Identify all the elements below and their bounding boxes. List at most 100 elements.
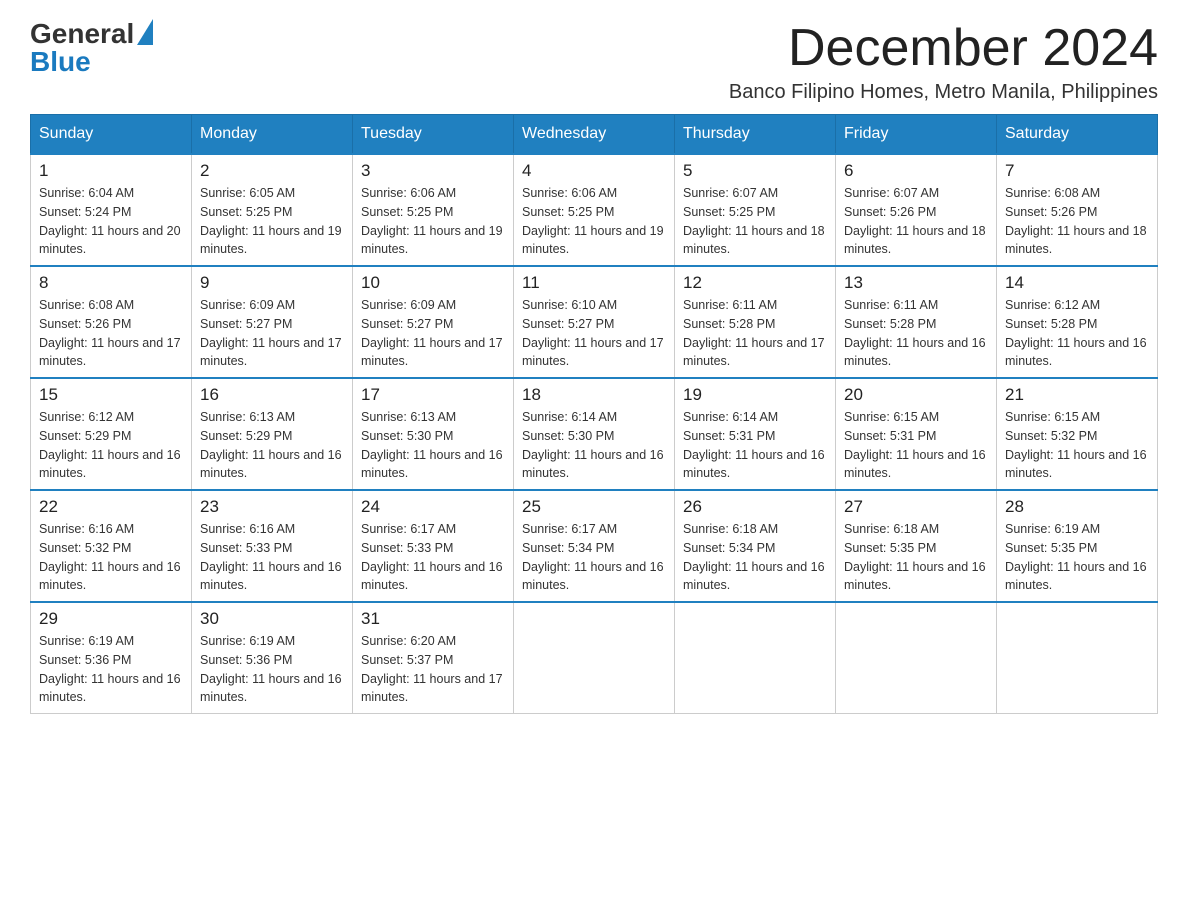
calendar-cell: 17 Sunrise: 6:13 AMSunset: 5:30 PMDaylig…	[353, 378, 514, 490]
day-info: Sunrise: 6:14 AMSunset: 5:30 PMDaylight:…	[522, 410, 664, 480]
day-info: Sunrise: 6:10 AMSunset: 5:27 PMDaylight:…	[522, 298, 664, 368]
logo-general-text: General	[30, 20, 134, 48]
calendar-cell: 6 Sunrise: 6:07 AMSunset: 5:26 PMDayligh…	[836, 154, 997, 266]
week-row-3: 15 Sunrise: 6:12 AMSunset: 5:29 PMDaylig…	[31, 378, 1158, 490]
day-info: Sunrise: 6:11 AMSunset: 5:28 PMDaylight:…	[844, 298, 986, 368]
day-number: 12	[683, 273, 827, 293]
day-number: 1	[39, 161, 183, 181]
calendar-cell: 13 Sunrise: 6:11 AMSunset: 5:28 PMDaylig…	[836, 266, 997, 378]
day-info: Sunrise: 6:13 AMSunset: 5:30 PMDaylight:…	[361, 410, 503, 480]
calendar-cell: 5 Sunrise: 6:07 AMSunset: 5:25 PMDayligh…	[675, 154, 836, 266]
calendar-cell: 8 Sunrise: 6:08 AMSunset: 5:26 PMDayligh…	[31, 266, 192, 378]
day-number: 30	[200, 609, 344, 629]
day-number: 27	[844, 497, 988, 517]
day-number: 24	[361, 497, 505, 517]
day-number: 15	[39, 385, 183, 405]
day-number: 16	[200, 385, 344, 405]
column-header-friday: Friday	[836, 115, 997, 155]
calendar-cell: 23 Sunrise: 6:16 AMSunset: 5:33 PMDaylig…	[192, 490, 353, 602]
day-number: 10	[361, 273, 505, 293]
calendar-cell: 4 Sunrise: 6:06 AMSunset: 5:25 PMDayligh…	[514, 154, 675, 266]
calendar-cell: 19 Sunrise: 6:14 AMSunset: 5:31 PMDaylig…	[675, 378, 836, 490]
column-header-saturday: Saturday	[997, 115, 1158, 155]
calendar-cell: 22 Sunrise: 6:16 AMSunset: 5:32 PMDaylig…	[31, 490, 192, 602]
calendar-cell: 27 Sunrise: 6:18 AMSunset: 5:35 PMDaylig…	[836, 490, 997, 602]
day-number: 25	[522, 497, 666, 517]
day-number: 6	[844, 161, 988, 181]
day-number: 26	[683, 497, 827, 517]
calendar-header-row: SundayMondayTuesdayWednesdayThursdayFrid…	[31, 115, 1158, 155]
calendar-cell: 2 Sunrise: 6:05 AMSunset: 5:25 PMDayligh…	[192, 154, 353, 266]
day-info: Sunrise: 6:06 AMSunset: 5:25 PMDaylight:…	[522, 186, 664, 256]
day-number: 2	[200, 161, 344, 181]
day-number: 5	[683, 161, 827, 181]
column-header-sunday: Sunday	[31, 115, 192, 155]
calendar-cell: 15 Sunrise: 6:12 AMSunset: 5:29 PMDaylig…	[31, 378, 192, 490]
location-title: Banco Filipino Homes, Metro Manila, Phil…	[729, 81, 1158, 104]
day-info: Sunrise: 6:14 AMSunset: 5:31 PMDaylight:…	[683, 410, 825, 480]
day-info: Sunrise: 6:07 AMSunset: 5:25 PMDaylight:…	[683, 186, 825, 256]
column-header-thursday: Thursday	[675, 115, 836, 155]
calendar-cell: 9 Sunrise: 6:09 AMSunset: 5:27 PMDayligh…	[192, 266, 353, 378]
day-info: Sunrise: 6:13 AMSunset: 5:29 PMDaylight:…	[200, 410, 342, 480]
day-info: Sunrise: 6:06 AMSunset: 5:25 PMDaylight:…	[361, 186, 503, 256]
day-info: Sunrise: 6:15 AMSunset: 5:32 PMDaylight:…	[1005, 410, 1147, 480]
day-info: Sunrise: 6:18 AMSunset: 5:35 PMDaylight:…	[844, 522, 986, 592]
day-number: 23	[200, 497, 344, 517]
day-info: Sunrise: 6:16 AMSunset: 5:33 PMDaylight:…	[200, 522, 342, 592]
day-number: 13	[844, 273, 988, 293]
logo-triangle-icon	[137, 19, 153, 45]
day-info: Sunrise: 6:20 AMSunset: 5:37 PMDaylight:…	[361, 634, 503, 704]
week-row-5: 29 Sunrise: 6:19 AMSunset: 5:36 PMDaylig…	[31, 602, 1158, 714]
day-info: Sunrise: 6:17 AMSunset: 5:33 PMDaylight:…	[361, 522, 503, 592]
day-number: 14	[1005, 273, 1149, 293]
calendar-cell: 10 Sunrise: 6:09 AMSunset: 5:27 PMDaylig…	[353, 266, 514, 378]
day-number: 31	[361, 609, 505, 629]
day-number: 3	[361, 161, 505, 181]
calendar-cell: 21 Sunrise: 6:15 AMSunset: 5:32 PMDaylig…	[997, 378, 1158, 490]
calendar-cell: 20 Sunrise: 6:15 AMSunset: 5:31 PMDaylig…	[836, 378, 997, 490]
day-info: Sunrise: 6:08 AMSunset: 5:26 PMDaylight:…	[39, 298, 181, 368]
day-number: 19	[683, 385, 827, 405]
day-info: Sunrise: 6:18 AMSunset: 5:34 PMDaylight:…	[683, 522, 825, 592]
day-info: Sunrise: 6:09 AMSunset: 5:27 PMDaylight:…	[200, 298, 342, 368]
day-info: Sunrise: 6:09 AMSunset: 5:27 PMDaylight:…	[361, 298, 503, 368]
calendar-table: SundayMondayTuesdayWednesdayThursdayFrid…	[30, 114, 1158, 714]
column-header-wednesday: Wednesday	[514, 115, 675, 155]
logo: General Blue	[30, 20, 153, 76]
day-number: 9	[200, 273, 344, 293]
day-number: 21	[1005, 385, 1149, 405]
day-info: Sunrise: 6:15 AMSunset: 5:31 PMDaylight:…	[844, 410, 986, 480]
day-number: 28	[1005, 497, 1149, 517]
week-row-2: 8 Sunrise: 6:08 AMSunset: 5:26 PMDayligh…	[31, 266, 1158, 378]
calendar-cell	[836, 602, 997, 714]
week-row-1: 1 Sunrise: 6:04 AMSunset: 5:24 PMDayligh…	[31, 154, 1158, 266]
calendar-cell: 30 Sunrise: 6:19 AMSunset: 5:36 PMDaylig…	[192, 602, 353, 714]
day-number: 17	[361, 385, 505, 405]
calendar-cell: 1 Sunrise: 6:04 AMSunset: 5:24 PMDayligh…	[31, 154, 192, 266]
calendar-cell: 16 Sunrise: 6:13 AMSunset: 5:29 PMDaylig…	[192, 378, 353, 490]
day-info: Sunrise: 6:19 AMSunset: 5:35 PMDaylight:…	[1005, 522, 1147, 592]
day-number: 11	[522, 273, 666, 293]
calendar-cell	[514, 602, 675, 714]
calendar-cell: 25 Sunrise: 6:17 AMSunset: 5:34 PMDaylig…	[514, 490, 675, 602]
day-number: 7	[1005, 161, 1149, 181]
week-row-4: 22 Sunrise: 6:16 AMSunset: 5:32 PMDaylig…	[31, 490, 1158, 602]
calendar-cell: 31 Sunrise: 6:20 AMSunset: 5:37 PMDaylig…	[353, 602, 514, 714]
month-title: December 2024	[729, 20, 1158, 77]
column-header-monday: Monday	[192, 115, 353, 155]
day-info: Sunrise: 6:12 AMSunset: 5:28 PMDaylight:…	[1005, 298, 1147, 368]
calendar-cell: 12 Sunrise: 6:11 AMSunset: 5:28 PMDaylig…	[675, 266, 836, 378]
column-header-tuesday: Tuesday	[353, 115, 514, 155]
day-number: 8	[39, 273, 183, 293]
calendar-cell: 24 Sunrise: 6:17 AMSunset: 5:33 PMDaylig…	[353, 490, 514, 602]
day-number: 18	[522, 385, 666, 405]
day-info: Sunrise: 6:11 AMSunset: 5:28 PMDaylight:…	[683, 298, 825, 368]
day-number: 20	[844, 385, 988, 405]
calendar-cell	[675, 602, 836, 714]
day-info: Sunrise: 6:05 AMSunset: 5:25 PMDaylight:…	[200, 186, 342, 256]
calendar-cell: 26 Sunrise: 6:18 AMSunset: 5:34 PMDaylig…	[675, 490, 836, 602]
title-block: December 2024 Banco Filipino Homes, Metr…	[729, 20, 1158, 104]
calendar-cell: 7 Sunrise: 6:08 AMSunset: 5:26 PMDayligh…	[997, 154, 1158, 266]
logo-blue-text: Blue	[30, 48, 91, 76]
